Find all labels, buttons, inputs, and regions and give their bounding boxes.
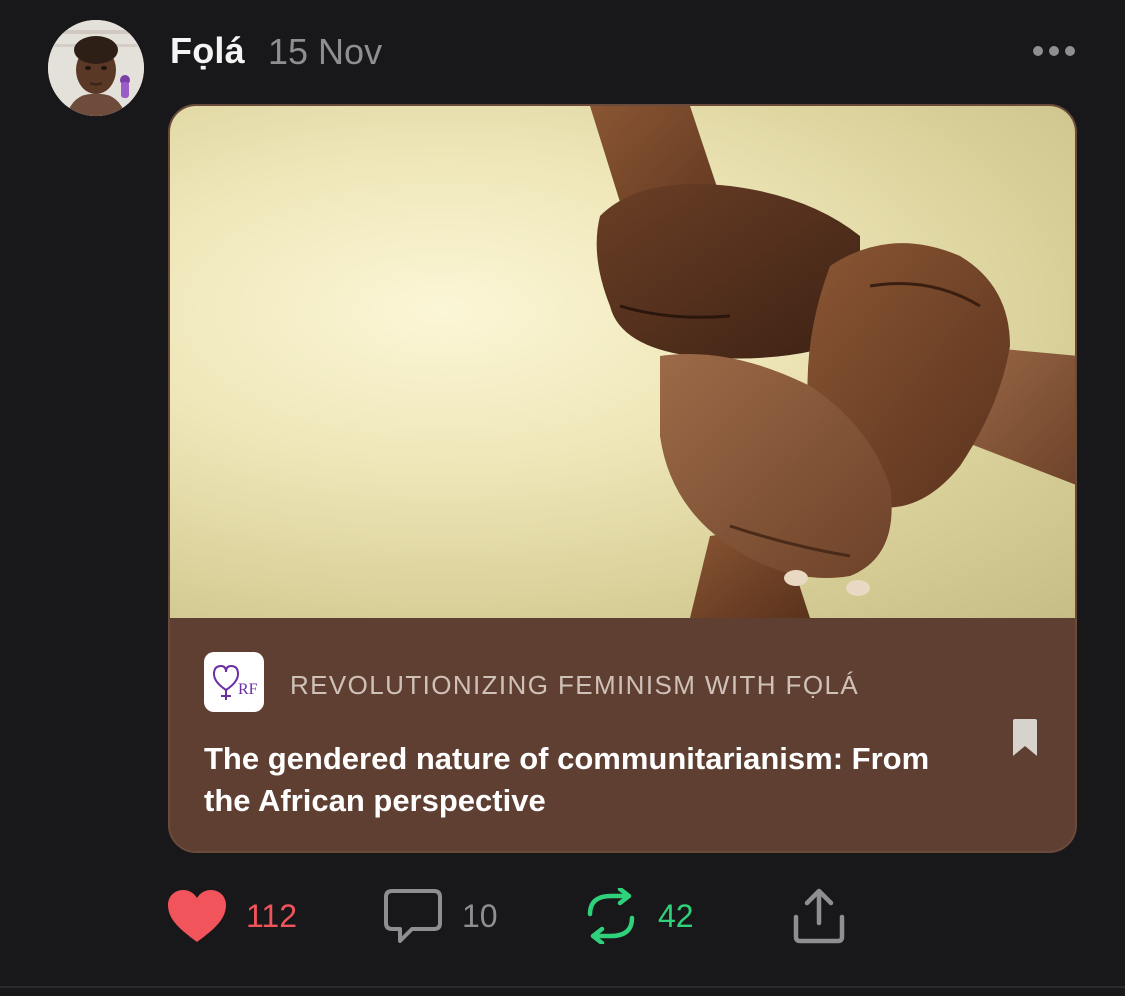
restack-icon bbox=[587, 888, 635, 944]
share-icon bbox=[793, 888, 845, 944]
like-count: 112 bbox=[246, 897, 298, 934]
author-name[interactable]: Fọlá bbox=[170, 30, 245, 72]
restack-count: 42 bbox=[658, 897, 694, 934]
ellipsis-icon bbox=[1033, 46, 1075, 56]
divider bbox=[0, 986, 1125, 988]
comment-count: 10 bbox=[462, 897, 498, 934]
feed-post: Fọlá 15 Nov RF REVOLUTIONIZING FEMINISM … bbox=[0, 0, 1125, 996]
comment-button[interactable]: 10 bbox=[382, 884, 498, 948]
publication-logo-icon: RF bbox=[212, 664, 258, 700]
publication-logo[interactable]: RF bbox=[204, 652, 264, 712]
heart-icon bbox=[168, 890, 226, 942]
profile-photo-icon bbox=[48, 20, 144, 116]
share-button[interactable] bbox=[790, 884, 848, 948]
restack-button[interactable]: 42 bbox=[582, 884, 694, 948]
avatar[interactable] bbox=[48, 20, 144, 116]
post-title[interactable]: The gendered nature of communitarianism:… bbox=[204, 738, 984, 822]
joined-hands-photo-icon bbox=[590, 106, 1075, 618]
bookmark-icon bbox=[1013, 719, 1037, 756]
comment-icon bbox=[384, 889, 442, 943]
post-card[interactable]: RF REVOLUTIONIZING FEMINISM WITH FỌLÁ Th… bbox=[168, 104, 1077, 853]
post-date: 15 Nov bbox=[268, 31, 383, 72]
post-image bbox=[170, 106, 1075, 618]
logo-monogram: RF bbox=[238, 681, 258, 698]
publication-name[interactable]: REVOLUTIONIZING FEMINISM WITH FỌLÁ bbox=[290, 670, 859, 701]
bookmark-button[interactable] bbox=[1010, 718, 1040, 758]
more-options-button[interactable] bbox=[1030, 38, 1078, 64]
like-button[interactable]: 112 bbox=[166, 884, 297, 948]
